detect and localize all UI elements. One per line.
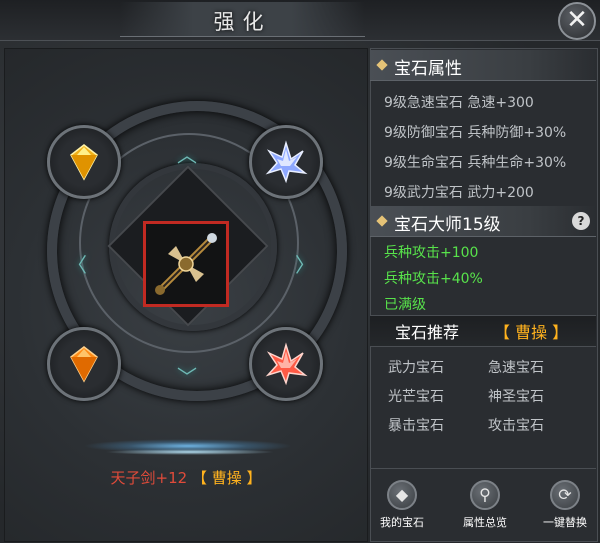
- gem-attribute-row: 9级急速宝石 急速+300: [384, 95, 534, 111]
- red-crystal-icon: [265, 342, 308, 386]
- chevron-right-icon: 〉: [295, 253, 315, 277]
- gem-attributes-header: 宝石属性: [370, 50, 596, 81]
- refresh-icon: ⟳: [550, 480, 580, 510]
- replace-button[interactable]: ⟳ 一键替换: [530, 476, 600, 538]
- recommended-gem[interactable]: 光芒宝石: [388, 386, 444, 406]
- yellow-gem-icon: [70, 144, 98, 181]
- chevron-left-icon: 〈: [67, 253, 87, 277]
- close-icon: ✕: [566, 5, 588, 35]
- help-icon[interactable]: ?: [572, 212, 590, 230]
- gem-attributes-title: 宝石属性: [394, 59, 462, 79]
- my-gems-label: 我的宝石: [380, 516, 424, 529]
- sword-icon: [155, 233, 217, 295]
- recommend-title: 宝石推荐: [395, 323, 460, 342]
- recommended-gem[interactable]: 攻击宝石: [488, 415, 544, 435]
- gem-master-bonus: 兵种攻击+100: [384, 245, 479, 261]
- gem-master-header: 宝石大师15级: [370, 206, 596, 237]
- chevron-up-icon: ︿: [177, 143, 197, 167]
- gem-attribute-row: 9级生命宝石 兵种生命+30%: [384, 155, 567, 171]
- chevron-down-icon: ﹀: [177, 365, 197, 389]
- gem-socket-top-right[interactable]: [249, 125, 323, 199]
- gem-master-status: 已满级: [384, 297, 426, 313]
- my-gems-button[interactable]: ◆ 我的宝石: [367, 476, 437, 538]
- weapon-slot[interactable]: [143, 221, 229, 307]
- gem-attribute-row: 9级防御宝石 兵种防御+30%: [384, 125, 567, 141]
- recommended-gem[interactable]: 暴击宝石: [388, 415, 444, 435]
- window-title: 强化: [213, 10, 272, 34]
- gem-icon: ◆: [387, 480, 417, 510]
- gem-attribute-row: 9级武力宝石 武力+200: [384, 185, 534, 201]
- glow-divider-core: [105, 449, 275, 455]
- weapon-name-line: 天子剑+12 【 曹操 】: [5, 467, 367, 488]
- gem-master-title: 宝石大师15级: [394, 215, 501, 235]
- recommended-gem[interactable]: 神圣宝石: [488, 386, 544, 406]
- attribute-overview-button[interactable]: ⚲ 属性总览: [450, 476, 520, 538]
- diamond-bullet-icon: [376, 215, 388, 227]
- bottom-divider: [370, 468, 596, 469]
- recommended-gem[interactable]: 武力宝石: [388, 357, 444, 377]
- close-button[interactable]: ✕: [558, 2, 596, 40]
- weapon-owner: 【 曹操 】: [191, 469, 262, 487]
- weapon-name: 天子剑+12: [110, 469, 188, 487]
- blue-crystal-icon: [265, 140, 308, 184]
- diamond-bullet-icon: [376, 59, 388, 71]
- magnifier-icon: ⚲: [470, 480, 500, 510]
- gem-socket-bottom-right[interactable]: [249, 327, 323, 401]
- recommend-hero: 【 曹操 】: [494, 323, 569, 342]
- recommended-gem[interactable]: 急速宝石: [488, 357, 544, 377]
- orange-gem-icon: [70, 346, 98, 383]
- replace-label: 一键替换: [543, 516, 587, 529]
- attribute-overview-label: 属性总览: [463, 516, 507, 529]
- gem-socket-bottom-left[interactable]: [47, 327, 121, 401]
- gem-socket-top-left[interactable]: [47, 125, 121, 199]
- gem-master-bonus: 兵种攻击+40%: [384, 271, 483, 287]
- enhance-panel: ︿ ﹀ 〈 〉 天子剑+12 【 曹操 】: [4, 48, 368, 542]
